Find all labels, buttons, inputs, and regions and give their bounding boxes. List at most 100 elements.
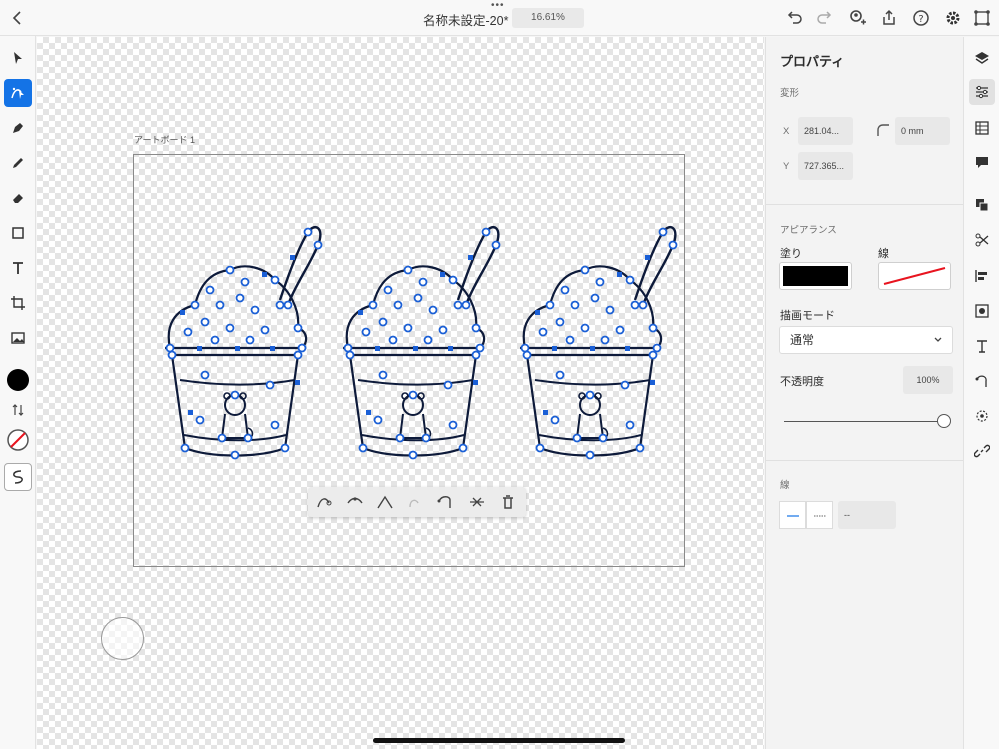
path-shape-icon[interactable] xyxy=(436,493,454,511)
appearance-section-label: アピアランス xyxy=(780,225,837,236)
radial-repeat-icon xyxy=(976,410,988,422)
panel-title: プロパティ xyxy=(780,54,845,69)
s-curve-icon xyxy=(13,470,23,484)
type-tool[interactable] xyxy=(4,254,32,282)
path-type-tool[interactable] xyxy=(4,463,32,491)
crop-tool[interactable] xyxy=(4,289,32,317)
invite-user-icon[interactable] xyxy=(847,8,867,28)
stroke-solid-button[interactable] xyxy=(779,501,806,529)
svg-text:?: ? xyxy=(918,14,923,25)
divider xyxy=(766,204,964,205)
blend-mode-label: 描画モード xyxy=(780,310,835,322)
transform-section-label: 変形 xyxy=(780,88,800,99)
grid-book-icon xyxy=(975,121,989,135)
crop-icon xyxy=(11,296,25,310)
curve-path-icon xyxy=(975,375,987,387)
fill-swatch-color xyxy=(783,266,848,286)
x-field[interactable]: 281.04... xyxy=(798,117,853,145)
stroke-swatch[interactable] xyxy=(878,262,951,290)
pathfinder-button[interactable] xyxy=(969,192,995,218)
character-button[interactable] xyxy=(969,333,995,359)
comments-button[interactable] xyxy=(969,149,995,175)
settings-gear-icon[interactable] xyxy=(943,8,963,28)
path-options-button[interactable] xyxy=(969,368,995,394)
stroke-width-field[interactable]: -- xyxy=(838,501,896,529)
rectangle-icon xyxy=(12,227,24,239)
fill-swatch[interactable] xyxy=(779,262,852,290)
arrow-pointer-icon xyxy=(14,52,22,64)
tool-rail xyxy=(0,36,36,749)
path-edit-floating-toolbar xyxy=(308,487,526,517)
comment-icon xyxy=(976,157,988,168)
solid-line-icon xyxy=(786,515,799,517)
opacity-slider-track[interactable] xyxy=(784,421,942,422)
back-chevron-icon[interactable] xyxy=(8,8,28,28)
y-field[interactable]: 727.365... xyxy=(798,152,853,180)
document-title[interactable]: 名称未設定-20* xyxy=(423,10,508,29)
fullscreen-icon[interactable] xyxy=(972,8,992,28)
cut-path-icon[interactable] xyxy=(468,493,486,511)
convert-corner-icon[interactable] xyxy=(376,493,394,511)
libraries-button[interactable] xyxy=(969,115,995,141)
pen-nib-icon xyxy=(13,123,23,133)
redo-icon[interactable] xyxy=(815,8,835,28)
y-label: Y xyxy=(783,161,790,172)
blend-mode-value: 通常 xyxy=(790,333,815,347)
repeat-button[interactable] xyxy=(969,403,995,429)
help-icon[interactable]: ? xyxy=(911,8,931,28)
convert-smooth-icon[interactable] xyxy=(346,493,364,511)
link-chain-icon xyxy=(974,444,990,458)
undo-icon[interactable] xyxy=(784,8,804,28)
eraser-icon xyxy=(13,194,23,203)
fill-circle-icon xyxy=(7,369,29,391)
eraser-tool[interactable] xyxy=(4,184,32,212)
place-image-tool[interactable] xyxy=(4,324,32,352)
selection-tool[interactable] xyxy=(4,44,32,72)
scissors-icon xyxy=(975,233,989,247)
stroke-dashed-button[interactable] xyxy=(806,501,833,529)
pen-tool[interactable] xyxy=(4,114,32,142)
align-button[interactable] xyxy=(969,263,995,289)
image-icon xyxy=(11,332,25,344)
opacity-field[interactable]: 100% xyxy=(903,366,953,394)
layers-button[interactable] xyxy=(969,45,995,71)
align-left-icon xyxy=(975,270,987,282)
scissors-button[interactable] xyxy=(969,227,995,253)
x-label: X xyxy=(783,126,790,137)
image-trace-icon xyxy=(975,304,989,318)
swap-colors-button[interactable] xyxy=(4,396,32,424)
share-icon[interactable] xyxy=(879,8,899,28)
direct-selection-tool[interactable] xyxy=(4,79,32,107)
fill-color-swatch[interactable] xyxy=(4,366,32,394)
properties-button[interactable] xyxy=(969,79,995,105)
pathfinder-icon xyxy=(976,199,989,212)
type-t-icon xyxy=(13,262,23,274)
touch-shortcut-button[interactable] xyxy=(101,617,144,660)
artboard-label[interactable]: アートボード 1 xyxy=(134,133,195,146)
image-trace-button[interactable] xyxy=(969,298,995,324)
text-t-icon xyxy=(977,340,987,353)
more-options-icon[interactable]: ••• xyxy=(491,1,505,11)
home-indicator xyxy=(373,738,625,743)
panel-switcher-rail xyxy=(963,37,999,749)
pencil-icon xyxy=(13,158,23,168)
stroke-section-label: 線 xyxy=(780,480,790,491)
smooth-path-icon[interactable] xyxy=(316,493,334,511)
trash-icon[interactable] xyxy=(499,493,517,511)
stroke-none-icon xyxy=(7,429,29,451)
links-button[interactable] xyxy=(969,438,995,464)
layers-icon xyxy=(975,52,989,64)
stroke-color-swatch[interactable] xyxy=(4,426,32,454)
sliders-icon xyxy=(976,85,988,99)
shaved-ice-cups-artwork[interactable] xyxy=(150,210,710,490)
delete-anchor-icon[interactable] xyxy=(406,493,424,511)
opacity-slider-thumb[interactable] xyxy=(937,414,951,428)
corner-radius-icon xyxy=(877,124,889,136)
corner-radius-field[interactable]: 0 mm xyxy=(895,117,950,145)
zoom-level[interactable]: 16.61% xyxy=(512,8,584,28)
properties-panel: プロパティ 変形 X 281.04... 0 mm Y 727.365... ア… xyxy=(765,37,964,749)
blend-mode-select[interactable]: 通常 xyxy=(779,326,953,354)
pencil-tool[interactable] xyxy=(4,149,32,177)
swap-arrows-icon xyxy=(12,404,24,416)
shape-tool[interactable] xyxy=(4,219,32,247)
